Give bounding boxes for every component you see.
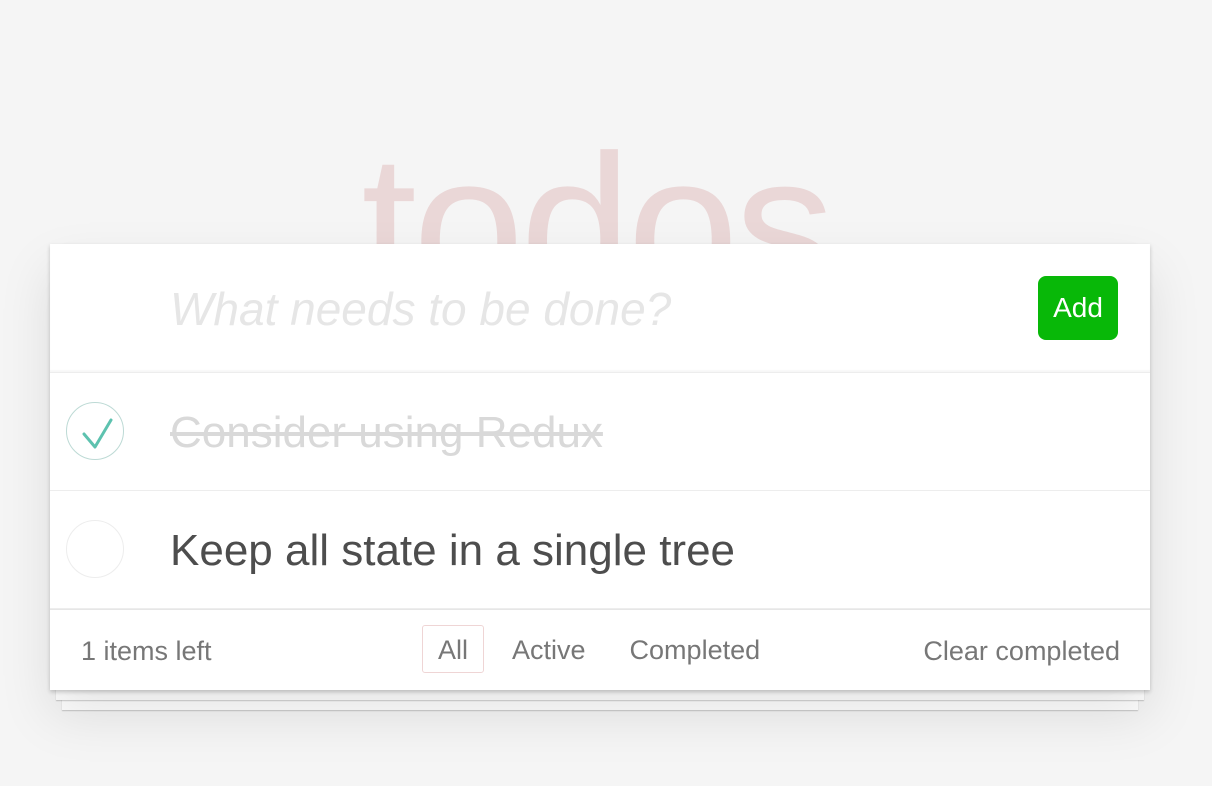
todo-item: Keep all state in a single tree: [50, 491, 1150, 609]
todo-app: Add Consider using Redux Keep all state …: [50, 244, 1150, 690]
filter-active[interactable]: Active: [496, 625, 602, 673]
todo-list: Consider using Redux Keep all state in a…: [50, 373, 1150, 609]
todo-label[interactable]: Consider using Redux: [170, 407, 603, 459]
todo-footer: 1 items left All Active Completed Clear …: [50, 609, 1150, 691]
todo-toggle-checked[interactable]: [66, 402, 124, 460]
filter-tabs: All Active Completed: [422, 625, 788, 673]
add-button[interactable]: Add: [1038, 276, 1118, 340]
todo-item: Consider using Redux: [50, 373, 1150, 491]
todo-label[interactable]: Keep all state in a single tree: [170, 525, 735, 577]
todo-toggle-unchecked[interactable]: [66, 520, 124, 578]
new-todo-input[interactable]: [170, 274, 1020, 344]
clear-completed-button[interactable]: Clear completed: [923, 636, 1120, 667]
items-left-count: 1 items left: [81, 636, 212, 666]
new-todo-row: Add: [50, 244, 1150, 373]
filter-completed[interactable]: Completed: [614, 625, 777, 673]
checkmark-icon: [82, 418, 113, 449]
filter-all[interactable]: All: [422, 625, 485, 673]
